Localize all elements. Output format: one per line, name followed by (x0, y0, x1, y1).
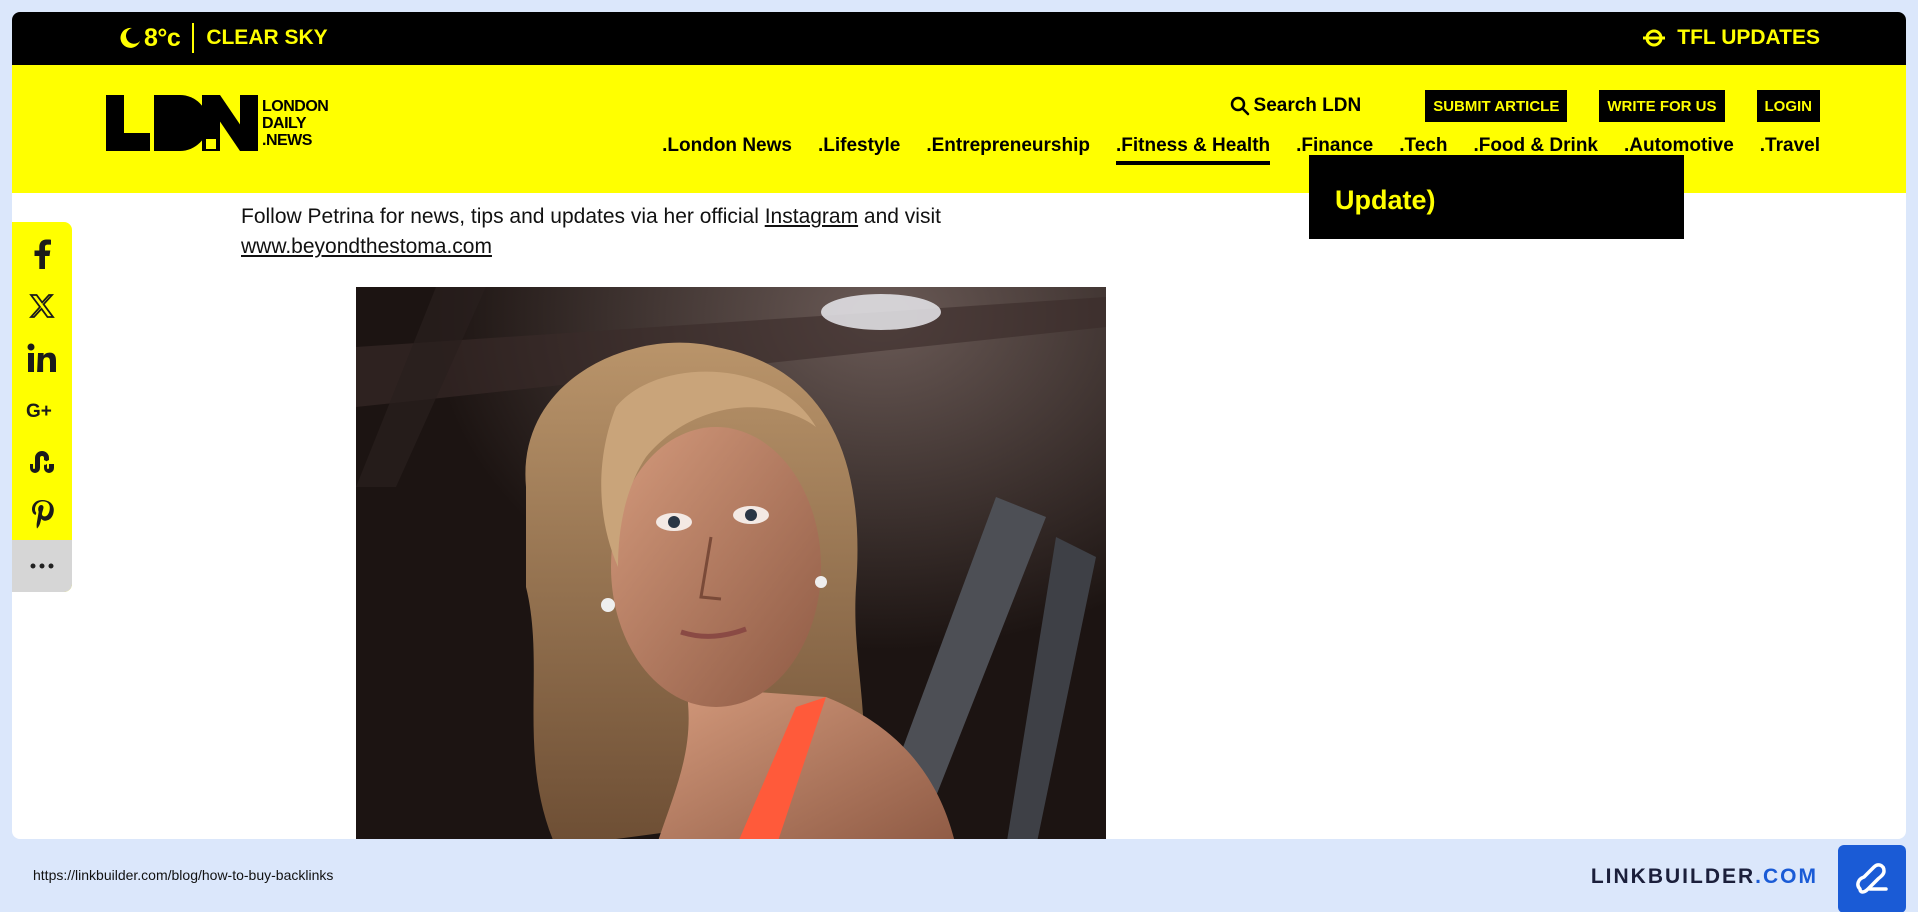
sidebar-box-text: Update) (1335, 185, 1436, 215)
utility-bar: Search LDN SUBMIT ARTICLE WRITE FOR US L… (1230, 90, 1820, 122)
instagram-link[interactable]: Instagram (765, 205, 858, 228)
nav-item-lifestyle[interactable]: .Lifestyle (818, 135, 900, 165)
top-bar: 8°c CLEAR SKY TFL UPDATES (12, 12, 1906, 65)
tfl-roundel-icon (1643, 29, 1666, 47)
brand-com: COM (1763, 865, 1818, 888)
logo-line-3: .NEWS (262, 131, 312, 149)
linkedin-icon (27, 343, 56, 372)
tfl-updates-link[interactable]: TFL UPDATES (1643, 20, 1820, 56)
tfl-updates-label: TFL UPDATES (1677, 26, 1820, 49)
more-icon (30, 563, 54, 569)
ldn-logo-mark (106, 95, 258, 151)
brand-main: LINKBUILDER (1590, 865, 1756, 888)
linkbuilder-badge[interactable] (1838, 845, 1906, 912)
nav-item-london-news[interactable]: .London News (662, 135, 792, 165)
share-x[interactable] (12, 280, 72, 332)
article-text-2: and visit (858, 205, 941, 228)
browser-viewport: 8°c CLEAR SKY TFL UPDATES LONDON DAILY .… (12, 12, 1906, 839)
nav-item-travel[interactable]: .Travel (1760, 135, 1820, 165)
website-link[interactable]: www.beyondthestoma.com (241, 235, 492, 258)
search-link[interactable]: Search LDN (1230, 95, 1362, 117)
site-logo[interactable]: LONDON DAILY .NEWS (106, 95, 329, 151)
weather-divider (192, 23, 195, 53)
share-stumbleupon[interactable] (12, 436, 72, 488)
link-logo-icon (1856, 863, 1888, 894)
moon-icon (118, 26, 142, 50)
article-photo-illustration (356, 287, 1106, 839)
status-url: https://linkbuilder.com/blog/how-to-buy-… (33, 867, 334, 883)
share-pinterest[interactable] (12, 488, 72, 540)
article-paragraph: Follow Petrina for news, tips and update… (241, 202, 1061, 262)
brand-dot: . (1755, 865, 1763, 888)
share-facebook[interactable] (12, 228, 72, 280)
logo-line-1: LONDON (262, 97, 329, 115)
logo-line-2: DAILY (262, 114, 307, 132)
article-photo (356, 287, 1106, 839)
sidebar-promo-box[interactable]: Update) (1309, 155, 1684, 239)
google-plus-icon: G+ (26, 401, 52, 420)
share-bar: G+ (12, 222, 72, 592)
share-google-plus[interactable]: G+ (12, 384, 72, 436)
submit-article-button[interactable]: SUBMIT ARTICLE (1425, 90, 1568, 122)
write-for-us-button[interactable]: WRITE FOR US (1599, 90, 1725, 122)
linkbuilder-brand: LINKBUILDER.COM (1591, 865, 1818, 889)
temperature: 8°c (144, 23, 181, 52)
article-text-1: Follow Petrina for news, tips and update… (241, 205, 765, 228)
svg-text:G+: G+ (26, 401, 52, 420)
weather-widget: 8°c CLEAR SKY (118, 20, 328, 56)
status-footer: https://linkbuilder.com/blog/how-to-buy-… (0, 839, 1918, 912)
share-more[interactable] (12, 540, 72, 592)
nav-item-entrepreneurship[interactable]: .Entrepreneurship (926, 135, 1090, 165)
search-label: Search LDN (1253, 95, 1362, 116)
share-linkedin[interactable] (12, 332, 72, 384)
x-icon (29, 294, 55, 318)
logo-wordmark: LONDON DAILY .NEWS (262, 97, 329, 149)
pinterest-icon (32, 500, 54, 529)
nav-item-fitness-health[interactable]: .Fitness & Health (1115, 135, 1271, 165)
search-icon (1230, 96, 1249, 116)
weather-condition: CLEAR SKY (206, 26, 328, 49)
login-button[interactable]: LOGIN (1756, 90, 1820, 122)
stumbleupon-icon (30, 451, 54, 473)
facebook-icon (34, 239, 51, 269)
